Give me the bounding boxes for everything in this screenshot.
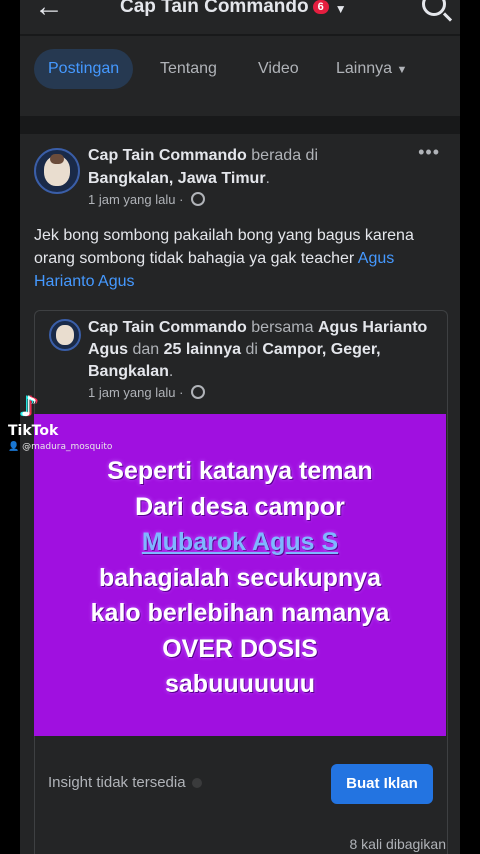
image-text-line: bahagialah secukupnya — [98, 563, 382, 592]
tab-lainnya[interactable]: Lainnya ▼ — [336, 49, 407, 89]
post-location[interactable]: Bangkalan, Jawa Timur — [88, 170, 266, 187]
chevron-down-icon[interactable]: ▼ — [335, 2, 347, 16]
image-text-line: Dari desa campor — [135, 492, 345, 521]
globe-icon — [191, 385, 206, 399]
post-text: Jek bong sombong pakailah bong yang bagu… — [34, 224, 444, 293]
search-icon[interactable] — [422, 0, 446, 16]
and-word: dan — [132, 341, 160, 358]
notification-badge: 6 — [312, 0, 329, 14]
others-count[interactable]: 25 lainnya — [164, 341, 241, 358]
tab-tentang[interactable]: Tentang — [160, 49, 217, 89]
avatar-face — [44, 154, 70, 186]
insight-text: Insight tidak tersedia — [48, 774, 186, 791]
avatar[interactable] — [34, 148, 80, 194]
post-meta: 1 jam yang lalu · — [88, 192, 206, 207]
section-divider — [20, 116, 460, 134]
tab-video[interactable]: Video — [258, 49, 299, 89]
insight-status: Insight tidak tersedia — [48, 774, 202, 791]
post-image[interactable]: Seperti katanya teman Dari desa campor M… — [34, 414, 446, 736]
shared-avatar[interactable] — [49, 319, 81, 351]
with-word: bersama — [251, 319, 314, 336]
back-arrow-icon[interactable]: ← — [34, 0, 64, 24]
globe-icon — [191, 192, 206, 206]
page-title-text: Cap Tain Commando — [120, 0, 309, 17]
watermark-username: @madura_mosquito — [22, 442, 113, 452]
avatar-face — [56, 325, 74, 345]
share-count[interactable]: 8 kali dibagikan — [349, 836, 446, 852]
image-text-line: sabuuuuuuu — [165, 670, 315, 698]
post-time[interactable]: 1 jam yang lalu — [88, 192, 175, 207]
tiktok-watermark: ♪ TikTok 👤 @madura_mosquito — [8, 392, 138, 454]
shared-header: Cap Tain Commando bersama Agus Harianto … — [88, 319, 428, 380]
image-text-line: OVER DOSIS — [162, 634, 318, 663]
post-card: Cap Tain Commando berada di Bangkalan, J… — [20, 134, 460, 854]
at-word: di — [245, 341, 258, 358]
info-icon[interactable] — [191, 778, 202, 788]
post-author[interactable]: Cap Tain Commando — [88, 147, 247, 164]
image-text-line: kalo berlebihan namanya — [90, 599, 390, 627]
image-text-line: Seperti katanya teman — [107, 457, 373, 485]
image-mention: Mubarok Agus S — [141, 528, 339, 556]
profile-tabs: Postingan Tentang Video Lainnya ▼ — [20, 36, 460, 116]
more-options-icon[interactable]: ••• — [418, 142, 440, 163]
watermark-brand: TikTok — [8, 423, 59, 439]
watermark-user: 👤 @madura_mosquito — [8, 442, 113, 452]
top-bar: ← Cap Tain Commando 6 ▼ — [20, 0, 460, 34]
location-prefix: berada di — [251, 147, 318, 164]
tab-lainnya-label: Lainnya — [336, 60, 393, 77]
tab-postingan[interactable]: Postingan — [34, 49, 134, 89]
tiktok-logo-icon: ♪ — [20, 390, 38, 423]
post-header: Cap Tain Commando berada di Bangkalan, J… — [88, 147, 318, 187]
shared-author[interactable]: Cap Tain Commando — [88, 319, 247, 336]
page-title[interactable]: Cap Tain Commando 6 ▼ — [120, 0, 347, 18]
create-ad-button[interactable]: Buat Iklan — [331, 764, 433, 804]
chevron-down-icon: ▼ — [396, 64, 408, 76]
image-text-line: Mubarok Agus S — [34, 525, 446, 561]
